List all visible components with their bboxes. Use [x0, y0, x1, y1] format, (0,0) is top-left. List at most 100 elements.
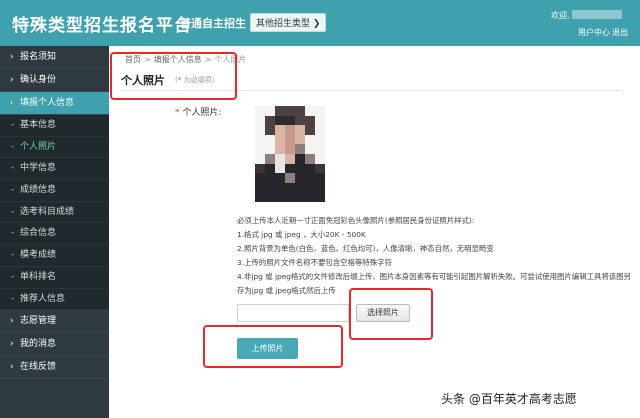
photo-mosaic-pixel — [315, 134, 325, 145]
sidebar-item-personal-info[interactable]: › 填报个人信息 — [0, 92, 109, 115]
instruction-line: 3.上传的照片文件名称不要包含空格等特殊字符 — [237, 258, 392, 267]
photo-mosaic-pixel — [305, 106, 316, 117]
photo-mosaic-pixel — [255, 173, 266, 184]
photo-mosaic-pixel — [255, 106, 266, 117]
photo-mosaic-pixel — [255, 154, 266, 165]
photo-mosaic-pixel — [275, 106, 286, 117]
photo-mosaic-pixel — [275, 134, 286, 145]
sidebar-subitem-basic-info[interactable]: - 基本信息 — [0, 115, 109, 137]
sidebar-subitem-school-info[interactable]: - 中学信息 — [0, 158, 109, 181]
sidebar-sub-list: - 基本信息 - 个人照片 - 中学信息 - 成绩信息 - 选考科目成绩 - 综合信息 -模… — [0, 115, 109, 311]
sidebar-item-confirm-identity[interactable]: › 确认身份 — [0, 69, 109, 92]
photo-mosaic-pixel — [285, 144, 296, 155]
photo-mosaic-pixel — [285, 173, 296, 184]
photo-mosaic-pixel — [295, 115, 306, 126]
sidebar-subitem-subject-ranking[interactable]: - 单科排名 — [0, 267, 109, 289]
photo-mosaic-pixel — [295, 173, 306, 184]
site-title: 特殊类型招生报名平台 — [12, 16, 192, 36]
sidebar-subitem-comprehensive-info[interactable]: - 综合信息 — [0, 223, 109, 246]
photo-mosaic-pixel — [265, 154, 276, 165]
photo-mosaic-pixel — [265, 182, 276, 193]
photo-mosaic-pixel — [305, 125, 316, 136]
sidebar-item-registration-notice[interactable]: › 报名须知 — [0, 46, 109, 69]
photo-mosaic-pixel — [315, 173, 325, 184]
photo-mosaic-pixel — [265, 106, 276, 117]
sidebar-item-application-management[interactable]: › 志愿管理 — [0, 310, 109, 334]
photo-mosaic-pixel — [315, 144, 325, 155]
photo-mosaic-pixel — [295, 182, 306, 193]
photo-mosaic-pixel — [285, 163, 296, 174]
sidebar: › 报名须知 › 确认身份 › 填报个人信息 - 基本信息 - 个人照片 - 中学信息 -成… — [0, 46, 109, 418]
logout-link[interactable]: 退出 — [612, 27, 628, 38]
sidebar-item-my-messages[interactable]: › 我的消息 — [0, 333, 109, 357]
instruction-line: 4.非jpg 或 jpeg格式的文件修改后缀上传、图片本身因素等有可能引起图片解… — [237, 272, 631, 295]
photo-mosaic-pixel — [305, 182, 316, 193]
photo-mosaic-pixel — [255, 144, 266, 155]
sidebar-subitem-personal-photo[interactable]: - 个人照片 — [0, 137, 109, 159]
sidebar-subitem-grades[interactable]: - 成绩信息 — [0, 180, 109, 202]
chevron-right-icon: › — [10, 75, 14, 85]
photo-mosaic-pixel — [275, 115, 286, 126]
photo-mosaic-pixel — [295, 154, 306, 165]
sidebar-subitem-referee-info[interactable]: - 推荐人信息 — [0, 289, 109, 311]
photo-mosaic-pixel — [315, 125, 325, 136]
photo-mosaic-pixel — [275, 173, 286, 184]
photo-mosaic-pixel — [285, 125, 296, 136]
photo-mosaic-pixel — [295, 125, 306, 136]
photo-mosaic-pixel — [295, 144, 306, 155]
chevron-right-icon: › — [10, 98, 14, 108]
photo-mosaic-pixel — [275, 125, 286, 136]
photo-mosaic-pixel — [255, 115, 266, 126]
photo-mosaic-pixel — [275, 163, 286, 174]
photo-mosaic-pixel — [295, 134, 306, 145]
welcome-text: 欢迎, — [551, 11, 570, 20]
annotation-box-upload — [203, 325, 343, 368]
other-admission-type-label: 其他招生类型 — [256, 19, 311, 29]
photo-mosaic-pixel — [285, 182, 296, 193]
photo-mosaic-pixel — [285, 106, 296, 117]
sidebar-item-online-feedback[interactable]: › 在线反馈 — [0, 356, 109, 380]
photo-mosaic-pixel — [305, 154, 316, 165]
photo-mosaic-pixel — [295, 106, 306, 117]
user-center-link[interactable]: 用户中心 — [578, 27, 610, 38]
annotation-box-title — [110, 52, 237, 100]
photo-mosaic-pixel — [295, 192, 306, 202]
photo-mosaic-pixel — [315, 182, 325, 193]
other-admission-type-button[interactable]: 其他招生类型 ❯ — [250, 13, 327, 32]
photo-mosaic-pixel — [265, 173, 276, 184]
instruction-line: 1.格式 jpg 或 jpeg ，大小20K - 500K — [237, 230, 366, 239]
photo-mosaic-pixel — [275, 144, 286, 155]
main-content: 首页 > 填报个人信息 > 个人照片 个人照片 (* 为必填项) * 个人照片: 必须上传… — [109, 46, 640, 418]
photo-mosaic-pixel — [305, 134, 316, 145]
photo-mosaic-pixel — [285, 134, 296, 145]
chevron-right-icon: › — [10, 339, 14, 350]
photo-mosaic-pixel — [315, 154, 325, 165]
photo-mosaic-pixel — [275, 154, 286, 165]
photo-mosaic-pixel — [305, 163, 316, 174]
chevron-right-icon: › — [10, 362, 14, 373]
photo-mosaic-pixel — [285, 115, 296, 126]
photo-mosaic-pixel — [305, 144, 316, 155]
photo-mosaic-pixel — [275, 182, 286, 193]
photo-mosaic-pixel — [305, 173, 316, 184]
watermark: 头条 @百年英才高考志愿 — [441, 392, 577, 406]
photo-mosaic-pixel — [255, 192, 266, 202]
photo-mosaic-pixel — [265, 192, 276, 202]
photo-mosaic-pixel — [305, 115, 316, 126]
photo-mosaic-pixel — [285, 192, 296, 202]
photo-mosaic-pixel — [295, 163, 306, 174]
blurred-username — [572, 10, 622, 19]
photo-mosaic-pixel — [265, 134, 276, 145]
file-path-input[interactable] — [237, 304, 349, 322]
instruction-line: 必须上传本人近期一寸正面免冠彩色头像照片(参照居民身份证照片样式): — [237, 216, 475, 225]
photo-mosaic-pixel — [315, 192, 325, 202]
photo-mosaic-pixel — [305, 192, 316, 202]
photo-mosaic-pixel — [285, 154, 296, 165]
photo-mosaic-pixel — [265, 125, 276, 136]
top-header: 特殊类型招生报名平台 普通自主招生 其他招生类型 ❯ 欢迎, 用户中心 退出 — [0, 0, 640, 46]
sidebar-subitem-elective-grades[interactable]: - 选考科目成绩 — [0, 202, 109, 224]
photo-mosaic-pixel — [255, 182, 266, 193]
photo-mosaic-pixel — [255, 125, 266, 136]
photo-mosaic-pixel — [255, 134, 266, 145]
sidebar-subitem-mock-exam[interactable]: - 模考成绩 — [0, 245, 109, 267]
